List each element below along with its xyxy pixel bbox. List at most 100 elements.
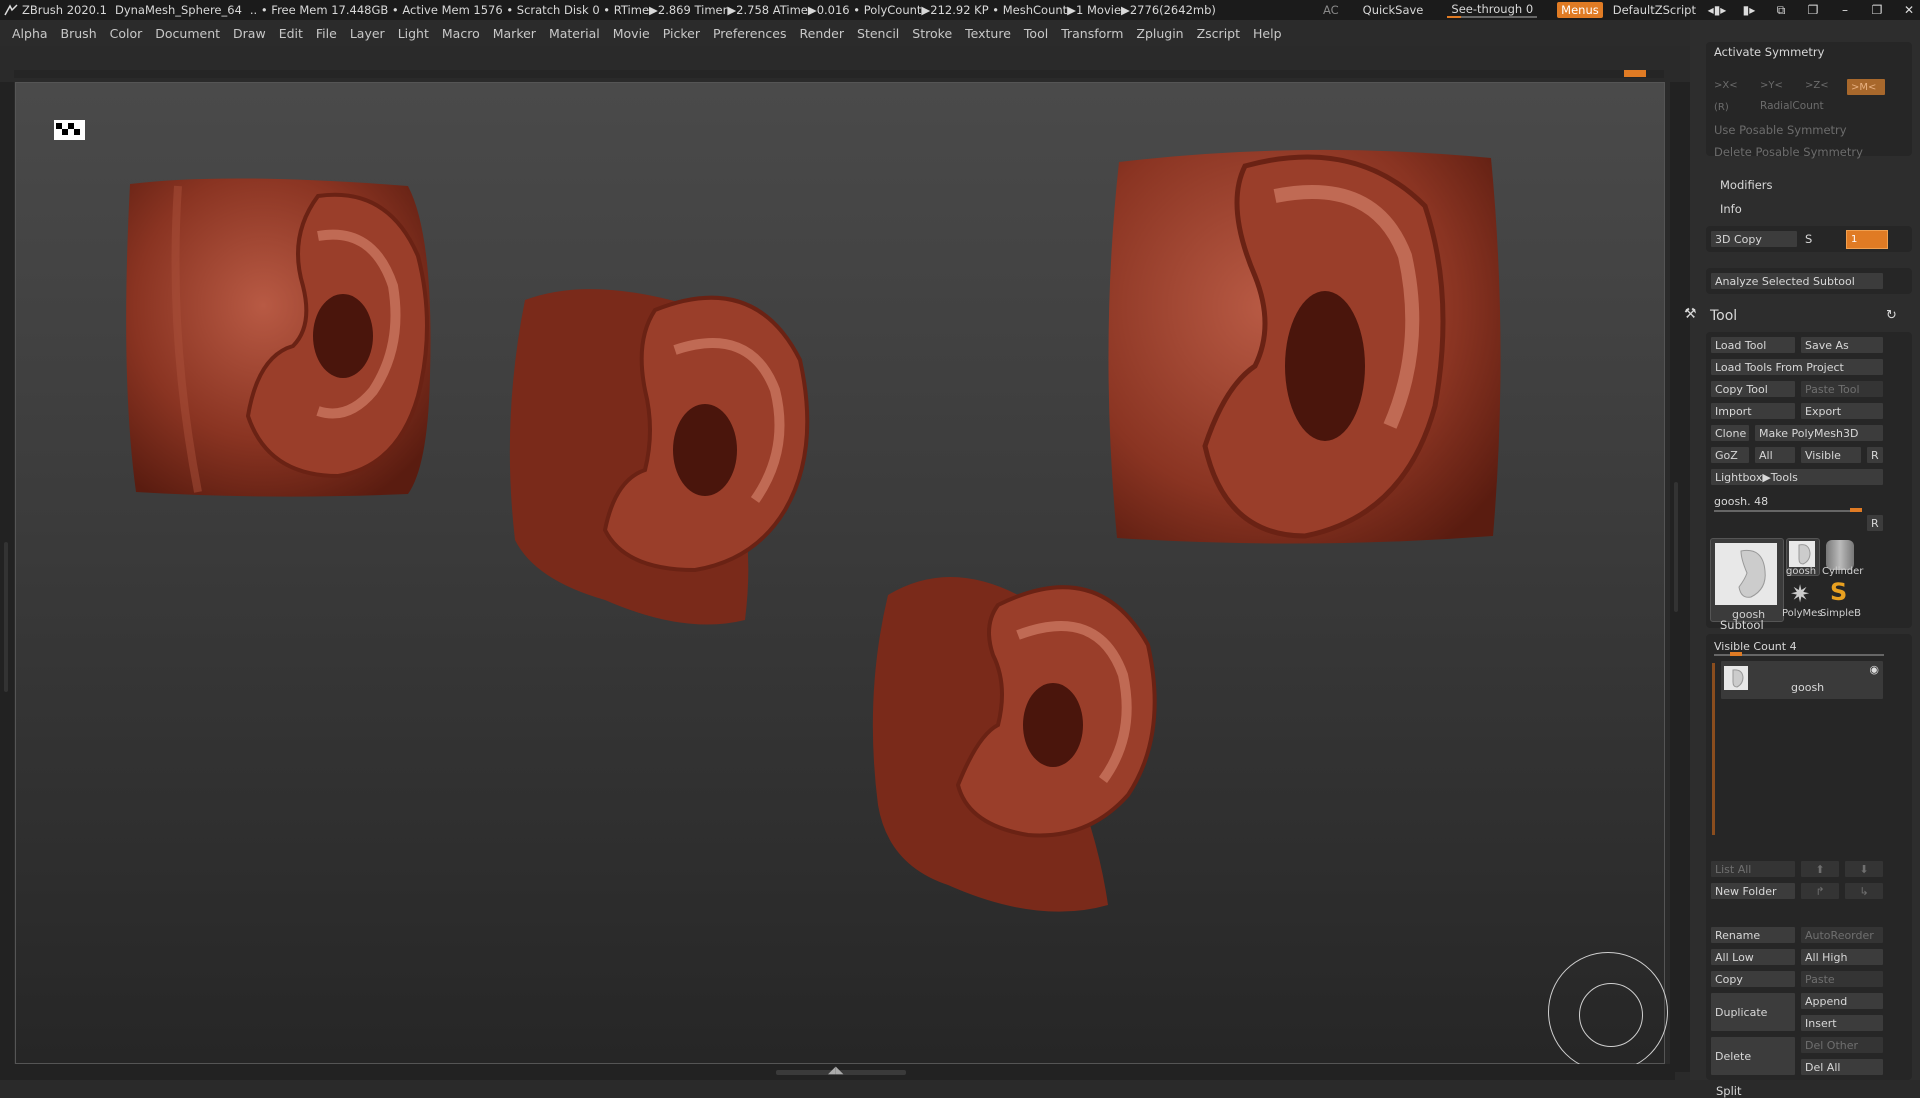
delete-button[interactable]: Delete — [1710, 1036, 1796, 1076]
save-as-button[interactable]: Save As — [1800, 336, 1884, 354]
copy-subtool-button[interactable]: Copy — [1710, 970, 1796, 988]
import-button[interactable]: Import — [1710, 402, 1796, 420]
menu-alpha[interactable]: Alpha — [12, 26, 48, 41]
quicksave-button[interactable]: QuickSave — [1363, 3, 1424, 17]
info-section[interactable]: Info — [1720, 202, 1742, 216]
menu-transform[interactable]: Transform — [1061, 26, 1123, 41]
goz-all-button[interactable]: All — [1754, 446, 1796, 464]
current-tool-r-button[interactable]: R — [1866, 514, 1884, 532]
menu-material[interactable]: Material — [549, 26, 600, 41]
tool-pin-icon[interactable]: ⚒ — [1684, 306, 1697, 322]
menu-tool[interactable]: Tool — [1024, 26, 1048, 41]
ear-model-4[interactable] — [868, 565, 1168, 920]
navigation-gizmo-inner[interactable] — [1579, 983, 1643, 1047]
menu-texture[interactable]: Texture — [965, 26, 1011, 41]
goz-button[interactable]: GoZ — [1710, 446, 1750, 464]
symmetry-z-button[interactable]: >Z< — [1805, 80, 1829, 91]
rename-button[interactable]: Rename — [1710, 926, 1796, 944]
symmetry-m-button[interactable]: >M< — [1846, 78, 1886, 96]
menu-color[interactable]: Color — [110, 26, 143, 41]
menu-layer[interactable]: Layer — [350, 26, 385, 41]
floor-checker-icon[interactable] — [54, 120, 85, 140]
see-through-slider[interactable]: See-through 0 — [1447, 2, 1538, 18]
layout-b-icon[interactable]: ▮▸ — [1738, 3, 1760, 17]
copy3d-count-field[interactable]: 1 — [1846, 230, 1888, 249]
menu-preferences[interactable]: Preferences — [713, 26, 787, 41]
append-button[interactable]: Append — [1800, 992, 1884, 1010]
modifiers-section[interactable]: Modifiers — [1720, 178, 1773, 192]
3d-copy-button[interactable]: 3D Copy — [1710, 230, 1798, 248]
folder-down-icon[interactable]: ↳ — [1844, 882, 1884, 900]
current-tool-slider[interactable]: goosh. 48 — [1714, 495, 1768, 508]
left-tray-handle[interactable] — [4, 542, 8, 692]
menu-macro[interactable]: Macro — [442, 26, 480, 41]
menu-stencil[interactable]: Stencil — [857, 26, 899, 41]
duplicate-button[interactable]: Duplicate — [1710, 992, 1796, 1032]
make-polymesh3d-button[interactable]: Make PolyMesh3D — [1754, 424, 1884, 442]
goz-r-button[interactable]: R — [1866, 446, 1884, 464]
menu-document[interactable]: Document — [155, 26, 220, 41]
visible-count-knob[interactable] — [1730, 652, 1742, 656]
menu-zplugin[interactable]: Zplugin — [1136, 26, 1183, 41]
subtool-section-title[interactable]: Subtool — [1720, 618, 1764, 632]
menu-help[interactable]: Help — [1253, 26, 1282, 41]
menu-stroke[interactable]: Stroke — [912, 26, 952, 41]
menu-marker[interactable]: Marker — [493, 26, 536, 41]
goz-visible-button[interactable]: Visible — [1800, 446, 1862, 464]
radial-count-slider[interactable]: RadialCount — [1760, 100, 1824, 112]
export-button[interactable]: Export — [1800, 402, 1884, 420]
window-tile-icon[interactable]: ❐ — [1802, 3, 1824, 17]
subtool-list-scrollbar[interactable] — [1712, 663, 1715, 835]
activate-symmetry-button[interactable]: Activate Symmetry — [1714, 45, 1824, 59]
paste-tool-button[interactable]: Paste Tool — [1800, 380, 1884, 398]
delete-posable-symmetry-button[interactable]: Delete Posable Symmetry — [1714, 145, 1863, 159]
autoreorder-button[interactable]: AutoReorder — [1800, 926, 1884, 944]
menu-edit[interactable]: Edit — [279, 26, 303, 41]
load-tools-from-project-button[interactable]: Load Tools From Project — [1710, 358, 1884, 376]
load-tool-button[interactable]: Load Tool — [1710, 336, 1796, 354]
subtool-item-goosh[interactable]: ◉ goosh — [1720, 660, 1884, 700]
menu-brush[interactable]: Brush — [61, 26, 97, 41]
list-all-button[interactable]: List All — [1710, 860, 1796, 878]
all-low-button[interactable]: All Low — [1710, 948, 1796, 966]
menu-picker[interactable]: Picker — [663, 26, 700, 41]
move-up-icon[interactable]: ⬆ — [1800, 860, 1840, 878]
tool-section-title[interactable]: Tool — [1710, 308, 1737, 324]
minimize-icon[interactable]: – — [1834, 3, 1856, 17]
menu-zscript[interactable]: Zscript — [1197, 26, 1240, 41]
symmetry-x-button[interactable]: >X< — [1714, 80, 1738, 91]
analyze-selected-subtool-button[interactable]: Analyze Selected Subtool — [1710, 272, 1884, 290]
visible-count-slider[interactable]: Visible Count 4 — [1714, 640, 1797, 653]
tool-refresh-icon[interactable]: ↻ — [1886, 308, 1897, 323]
ear-model-1[interactable] — [118, 176, 448, 506]
menu-draw[interactable]: Draw — [233, 26, 266, 41]
ear-model-3[interactable] — [1105, 146, 1505, 546]
menu-file[interactable]: File — [316, 26, 337, 41]
menu-movie[interactable]: Movie — [613, 26, 650, 41]
paste-subtool-button[interactable]: Paste — [1800, 970, 1884, 988]
all-high-button[interactable]: All High — [1800, 948, 1884, 966]
right-tray-handle[interactable] — [1674, 482, 1678, 612]
bottom-tray-arrows-icon[interactable]: ◢◣ — [828, 1065, 843, 1076]
copy-tool-button[interactable]: Copy Tool — [1710, 380, 1796, 398]
clone-button[interactable]: Clone — [1710, 424, 1750, 442]
navigation-gizmo[interactable] — [1548, 952, 1668, 1072]
ear-model-2[interactable] — [505, 280, 815, 635]
current-tool-slider-knob[interactable] — [1850, 508, 1862, 512]
maximize-icon[interactable]: ❐ — [1866, 3, 1888, 17]
close-icon[interactable]: ✕ — [1898, 3, 1920, 17]
menus-toggle[interactable]: Menus — [1557, 2, 1603, 18]
symmetry-y-button[interactable]: >Y< — [1760, 80, 1783, 91]
simplebrush-icon[interactable]: S — [1830, 578, 1847, 606]
window-layout-icon[interactable]: ⧉ — [1770, 3, 1792, 18]
split-section[interactable]: Split — [1716, 1084, 1742, 1098]
del-all-button[interactable]: Del All — [1800, 1058, 1884, 1076]
default-zscript-button[interactable]: DefaultZScript — [1613, 3, 1696, 17]
insert-button[interactable]: Insert — [1800, 1014, 1884, 1032]
use-posable-symmetry-button[interactable]: Use Posable Symmetry — [1714, 123, 1847, 137]
move-down-icon[interactable]: ⬇ — [1844, 860, 1884, 878]
layout-a-icon[interactable]: ◂▮▸ — [1706, 3, 1728, 17]
subtool-eye-icon[interactable]: ◉ — [1869, 661, 1879, 679]
menu-light[interactable]: Light — [398, 26, 429, 41]
del-other-button[interactable]: Del Other — [1800, 1036, 1884, 1054]
